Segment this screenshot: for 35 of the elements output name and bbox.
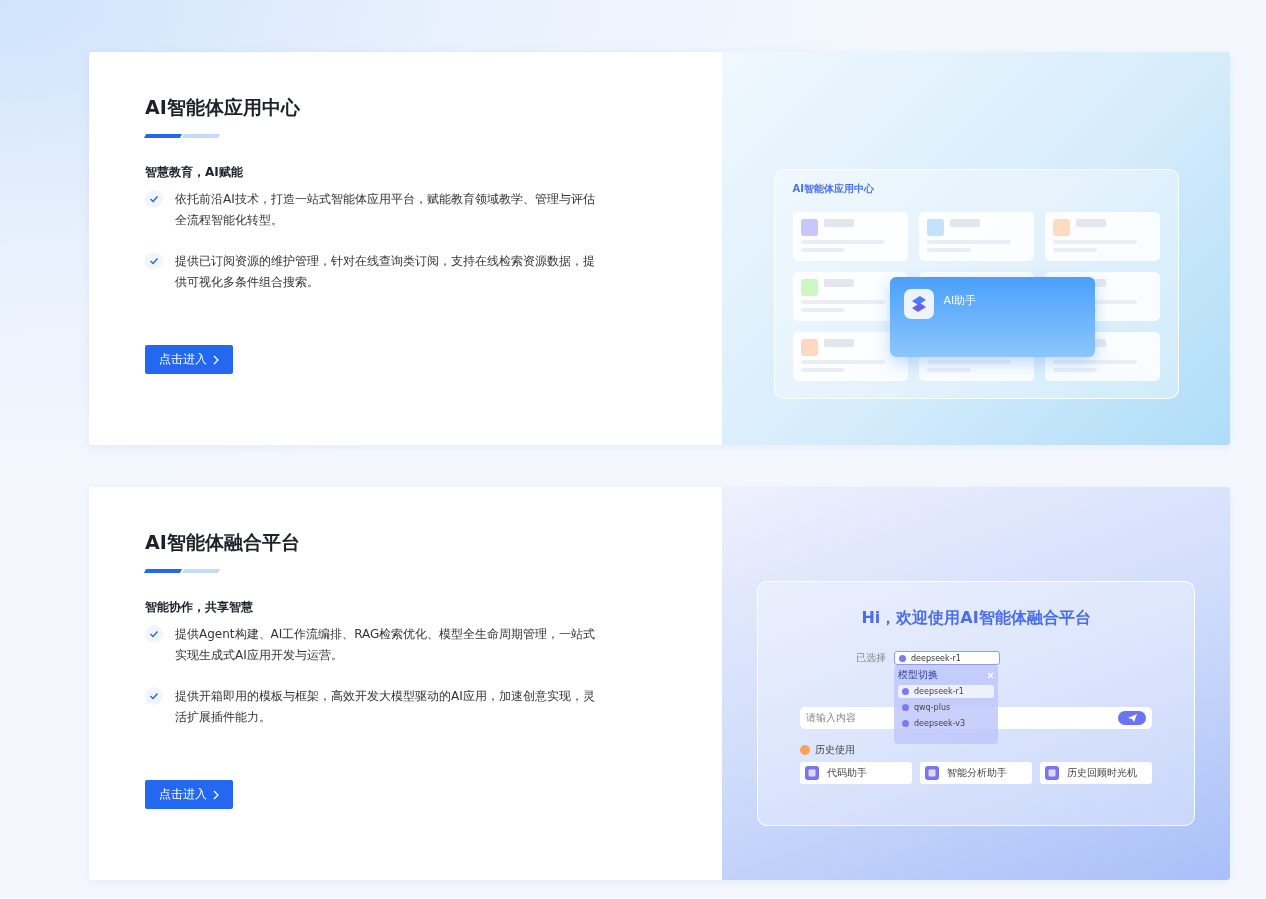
history-app-card[interactable]: 历史回顾时光机 [1040,762,1152,784]
feature-point: 提供已订阅资源的维护管理，针对在线查询类订阅，支持在线检索资源数据，提供可视化多条件组合搜索。 [175,253,596,291]
featured-app-name: AI助手 [943,292,977,308]
history-app-card[interactable]: 代码助手 [800,762,912,784]
app-icon [925,766,939,780]
check-icon [145,190,163,208]
feature-point: 依托前沿AI技术，打造一站式智能体应用平台，赋能教育领域教学、管理与评估全流程智能化转型。 [175,191,596,229]
section-title: AI智能体融合平台 [145,530,301,555]
feature-point: 提供开箱即用的模板与框架，高效开发大模型驱动的AI应用，加速创意实现，灵活扩展插件能力。 [175,688,596,726]
history-app-card[interactable]: 智能分析助手 [920,762,1032,784]
app-logo-icon [903,288,934,319]
model-option[interactable]: qwq-plus [898,701,994,714]
panel-heading: AI智能体应用中心 [792,181,875,196]
model-option[interactable]: deepseek-v3 [898,717,994,730]
history-label: 历史使用 [815,743,855,757]
model-select[interactable]: deepseek-r1 [894,651,1000,665]
check-icon [145,625,163,643]
check-icon [145,687,163,705]
app-icon [805,766,819,780]
enter-button[interactable]: 点击进入 [145,345,233,374]
section-subtitle: 智慧教育，AI赋能 [145,164,244,181]
selected-label: 已选择 [856,651,886,665]
app-icon [1045,766,1059,780]
dropdown-title: 模型切换 [898,668,938,682]
clock-icon [800,745,810,755]
enter-button[interactable]: 点击进入 [145,780,233,809]
chevron-right-icon [213,789,219,800]
check-icon [145,252,163,270]
send-button[interactable] [1118,711,1146,725]
section-title: AI智能体应用中心 [145,95,301,120]
welcome-heading: Hi，欢迎使用AI智能体融合平台 [860,608,1092,629]
chevron-right-icon [213,354,219,365]
model-option[interactable]: deepseek-r1 [898,685,994,698]
feature-point: 提供Agent构建、AI工作流编排、RAG检索优化、模型全生命周期管理，一站式实现生成式AI应用开发与运营。 [175,626,597,664]
section-subtitle: 智能协作，共享智慧 [145,599,254,616]
